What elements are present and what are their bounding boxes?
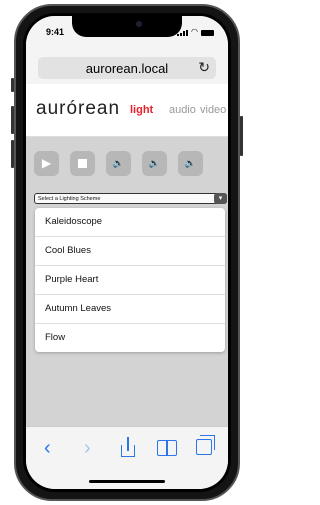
url-text: aurorean.local	[85, 61, 169, 76]
play-icon: ▶	[41, 156, 52, 170]
volume-high-button[interactable]: 🔊	[142, 151, 167, 176]
share-icon[interactable]	[121, 437, 135, 457]
stop-button[interactable]	[70, 151, 95, 176]
forward-icon[interactable]: ›	[84, 437, 91, 459]
option-autumn-leaves[interactable]: Autumn Leaves	[35, 295, 225, 324]
stop-icon	[78, 159, 87, 168]
logo[interactable]: aurórean	[36, 98, 120, 120]
screen: 9:41 ◠ aurorean.local ↻ aurórean light a…	[26, 16, 228, 489]
wifi-icon: ◠	[191, 27, 198, 36]
camera-icon	[136, 21, 142, 27]
volume-mute-button[interactable]: 🔈	[178, 151, 203, 176]
option-purple-heart[interactable]: Purple Heart	[35, 266, 225, 295]
volume-low-icon: 🔈	[112, 158, 125, 168]
phone-bezel: 9:41 ◠ aurorean.local ↻ aurórean light a…	[23, 13, 231, 492]
volume-mute-icon: 🔈	[184, 158, 197, 168]
power-button	[240, 116, 243, 156]
nav-audio[interactable]: audio	[169, 104, 196, 116]
play-button[interactable]: ▶	[34, 151, 59, 176]
back-icon[interactable]: ‹	[44, 437, 51, 459]
option-flow[interactable]: Flow	[35, 324, 225, 352]
site-header: aurórean light audio video	[26, 84, 228, 137]
phone-frame: 9:41 ◠ aurorean.local ↻ aurórean light a…	[11, 4, 243, 501]
bookmarks-icon[interactable]	[157, 440, 177, 456]
playback-controls: ▶ 🔈 🔊 🔈	[34, 151, 203, 176]
lighting-scheme-dropdown: Kaleidoscope Cool Blues Purple Heart Aut…	[35, 208, 225, 352]
address-bar-area: aurorean.local ↻	[26, 50, 228, 85]
lighting-scheme-select-label: Select a Lighting Scheme	[38, 196, 101, 202]
tabs-icon[interactable]	[196, 435, 215, 455]
address-bar[interactable]: aurorean.local ↻	[38, 57, 216, 79]
status-icons: ◠	[177, 28, 214, 36]
volume-high-icon: 🔊	[148, 158, 161, 168]
mute-switch	[11, 78, 14, 92]
status-time: 9:41	[46, 27, 65, 37]
lighting-scheme-select[interactable]: Select a Lighting Scheme ▾	[34, 193, 227, 204]
browser-toolbar: ‹ ›	[26, 426, 228, 489]
nav-light[interactable]: light	[130, 104, 153, 116]
option-cool-blues[interactable]: Cool Blues	[35, 237, 225, 266]
nav-video[interactable]: video	[200, 104, 226, 116]
volume-up-button	[11, 106, 14, 134]
option-kaleidoscope[interactable]: Kaleidoscope	[35, 208, 225, 237]
reload-icon[interactable]: ↻	[198, 59, 210, 76]
chevron-down-icon[interactable]: ▾	[214, 193, 227, 204]
volume-low-button[interactable]: 🔈	[106, 151, 131, 176]
battery-icon	[201, 30, 214, 36]
volume-down-button	[11, 140, 14, 168]
notch	[72, 16, 182, 37]
home-indicator	[89, 480, 165, 483]
